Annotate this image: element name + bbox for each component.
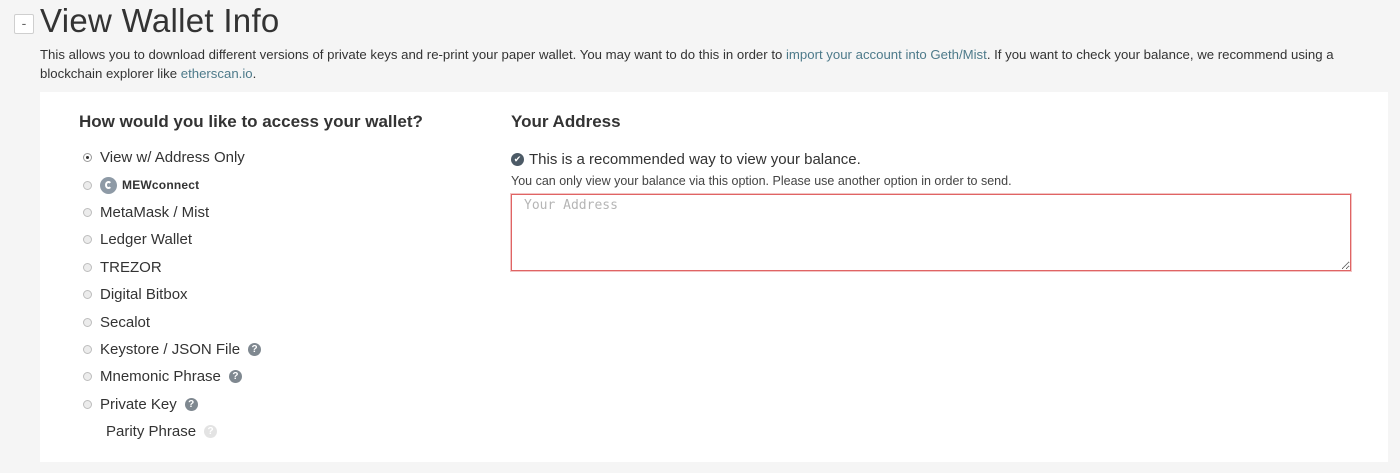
option-label: MEWconnect xyxy=(122,178,200,193)
access-option-private-key[interactable]: Private Key ? xyxy=(79,391,479,418)
radio-button[interactable] xyxy=(83,317,92,327)
option-label: Ledger Wallet xyxy=(100,231,192,249)
description-text-1: This allows you to download different ve… xyxy=(40,47,786,62)
option-label: Private Key xyxy=(100,395,177,413)
option-label: View w/ Address Only xyxy=(100,149,245,167)
option-label: Digital Bitbox xyxy=(100,286,188,304)
wallet-access-panel: How would you like to access your wallet… xyxy=(40,92,1388,462)
radio-button[interactable] xyxy=(83,153,92,163)
access-option-secalot[interactable]: Secalot xyxy=(79,308,479,335)
mewconnect-logo-icon xyxy=(100,176,117,194)
help-icon[interactable]: ? xyxy=(228,370,242,384)
check-circle-icon: ✔ xyxy=(511,153,524,166)
radio-button[interactable] xyxy=(83,372,92,382)
option-label: MetaMask / Mist xyxy=(100,203,210,221)
your-address-section: Your Address ✔ This is a recommended way… xyxy=(511,112,1351,271)
option-label: Keystore / JSON File xyxy=(100,340,241,358)
help-icon[interactable]: ? xyxy=(248,342,262,356)
access-option-mnemonic[interactable]: Mnemonic Phrase ? xyxy=(79,363,479,390)
address-input[interactable] xyxy=(511,194,1351,271)
radio-button[interactable] xyxy=(83,180,92,190)
option-label: Mnemonic Phrase xyxy=(100,368,221,386)
access-option-ledger[interactable]: Ledger Wallet xyxy=(79,226,479,253)
radio-button[interactable] xyxy=(83,344,92,354)
recommendation-message: ✔ This is a recommended way to view your… xyxy=(511,151,1351,168)
access-option-mewconnect[interactable]: MEWconnect xyxy=(79,171,479,198)
page-title: View Wallet Info xyxy=(40,2,280,39)
geth-mist-link[interactable]: import your account into Geth/Mist xyxy=(786,47,987,62)
help-icon: ? xyxy=(204,425,218,439)
radio-button[interactable] xyxy=(83,290,92,300)
parity-phrase-option: Parity Phrase ? xyxy=(79,418,479,445)
radio-button[interactable] xyxy=(83,262,92,272)
radio-button[interactable] xyxy=(83,207,92,217)
access-option-digital-bitbox[interactable]: Digital Bitbox xyxy=(79,281,479,308)
access-method-section: How would you like to access your wallet… xyxy=(79,112,479,445)
help-icon[interactable]: ? xyxy=(184,397,198,411)
radio-button[interactable] xyxy=(83,399,92,409)
your-address-heading: Your Address xyxy=(511,112,621,131)
etherscan-link[interactable]: etherscan.io xyxy=(181,66,253,81)
access-option-metamask[interactable]: MetaMask / Mist xyxy=(79,199,479,226)
access-method-list: View w/ Address Only MEWconnect MetaMask… xyxy=(79,144,479,445)
radio-button[interactable] xyxy=(83,235,92,245)
recommendation-text: This is a recommended way to view your b… xyxy=(529,151,861,168)
access-option-keystore[interactable]: Keystore / JSON File ? xyxy=(79,336,479,363)
option-label: Parity Phrase xyxy=(106,423,197,441)
option-label: Secalot xyxy=(100,313,151,331)
page-description: This allows you to download different ve… xyxy=(40,45,1380,83)
description-text-3: . xyxy=(252,66,257,81)
access-option-address-only[interactable]: View w/ Address Only xyxy=(79,144,479,171)
collapse-button[interactable]: - xyxy=(14,14,34,34)
access-method-heading: How would you like to access your wallet… xyxy=(79,112,423,131)
option-label: TREZOR xyxy=(100,258,162,276)
access-option-trezor[interactable]: TREZOR xyxy=(79,254,479,281)
view-only-note: You can only view your balance via this … xyxy=(511,174,1012,188)
